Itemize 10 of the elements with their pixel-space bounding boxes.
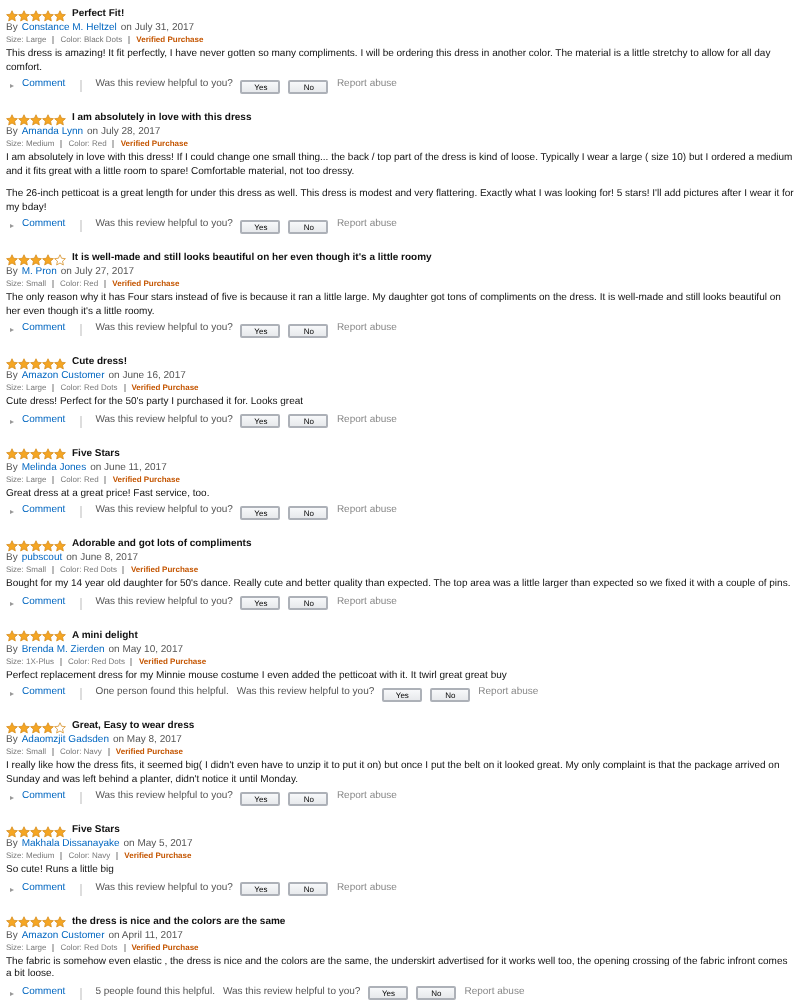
- caret-icon: [10, 692, 14, 696]
- caret-icon: [10, 224, 14, 228]
- caret-icon: [10, 601, 14, 605]
- caret-icon: [10, 887, 14, 891]
- caret-icon: [10, 991, 14, 995]
- caret-icon: [10, 419, 14, 423]
- caret-icon: [10, 796, 14, 800]
- caret-icon: [10, 328, 14, 332]
- caret-icon: [10, 510, 14, 514]
- caret-icon: [10, 84, 14, 88]
